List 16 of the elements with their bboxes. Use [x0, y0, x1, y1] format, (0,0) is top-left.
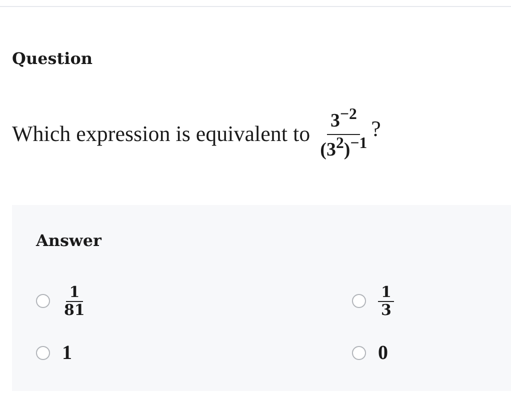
- answer-option: 0: [378, 342, 388, 365]
- radio-button[interactable]: [352, 346, 366, 360]
- question-mark: ?: [371, 116, 381, 142]
- denominator: 3: [380, 302, 392, 318]
- radio-button[interactable]: [352, 294, 366, 308]
- radio-button[interactable]: [36, 294, 50, 308]
- numerator: 3$^{−2}$: [327, 106, 360, 136]
- radio-button[interactable]: [36, 346, 50, 360]
- numerator: 1: [66, 284, 83, 302]
- denominator: (3$^{2}$)$^{−1}$: [319, 135, 368, 162]
- answer-option: 1: [62, 342, 72, 365]
- numerator: 1: [378, 284, 394, 302]
- question-heading: Question: [12, 49, 94, 68]
- question-text: Which expression is equivalent to: [12, 120, 310, 147]
- denominator: 81: [63, 302, 86, 318]
- answer-heading: Answer: [36, 231, 103, 250]
